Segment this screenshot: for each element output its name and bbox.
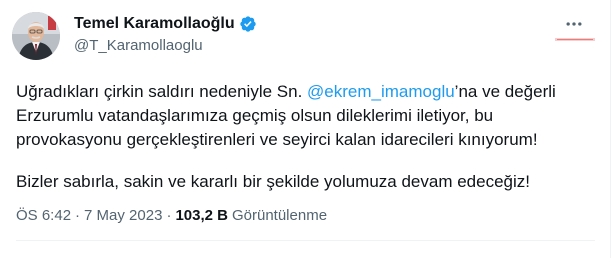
tweet-paragraph-1: Uğradıkları çirkin saldırı nedeniyle Sn.… <box>16 80 596 152</box>
more-horizontal-icon <box>566 22 582 26</box>
tweet-card: Temel Karamollaoğlu @T_Karamollaoglu Uğr… <box>0 0 611 258</box>
verified-badge-icon <box>239 15 257 33</box>
meta-separator: · <box>166 207 172 224</box>
tweet-paragraph-2: Bizler sabırla, sakin ve kararlı bir şek… <box>16 172 531 191</box>
tweet-date[interactable]: 7 May 2023 <box>84 206 162 226</box>
more-options-button[interactable] <box>562 14 586 34</box>
views-count: 103,2 B <box>175 207 228 224</box>
profile-photo-icon <box>12 12 60 60</box>
watermark-logo <box>555 37 595 44</box>
divider <box>16 240 595 241</box>
mention-link[interactable]: @ekrem_imamoglu <box>307 82 455 101</box>
meta-separator: · <box>75 207 81 224</box>
author-display-name[interactable]: Temel Karamollaoğlu <box>74 14 235 34</box>
watermark-icon <box>555 38 595 41</box>
author-avatar[interactable] <box>12 12 60 60</box>
tweet-text-before-mention: Uğradıkları çirkin saldırı nedeniyle Sn. <box>16 82 308 101</box>
author-handle[interactable]: @T_Karamollaoglu <box>74 36 203 56</box>
views-label: Görüntülenme <box>231 207 328 224</box>
tweet-meta: ÖS 6:42 · 7 May 2023 · 103,2 B Görüntüle… <box>16 206 327 226</box>
tweet-body: Uğradıkları çirkin saldırı nedeniyle Sn.… <box>16 80 596 194</box>
author-name-row: Temel Karamollaoğlu <box>74 14 257 34</box>
tweet-time[interactable]: ÖS 6:42 <box>16 206 71 226</box>
